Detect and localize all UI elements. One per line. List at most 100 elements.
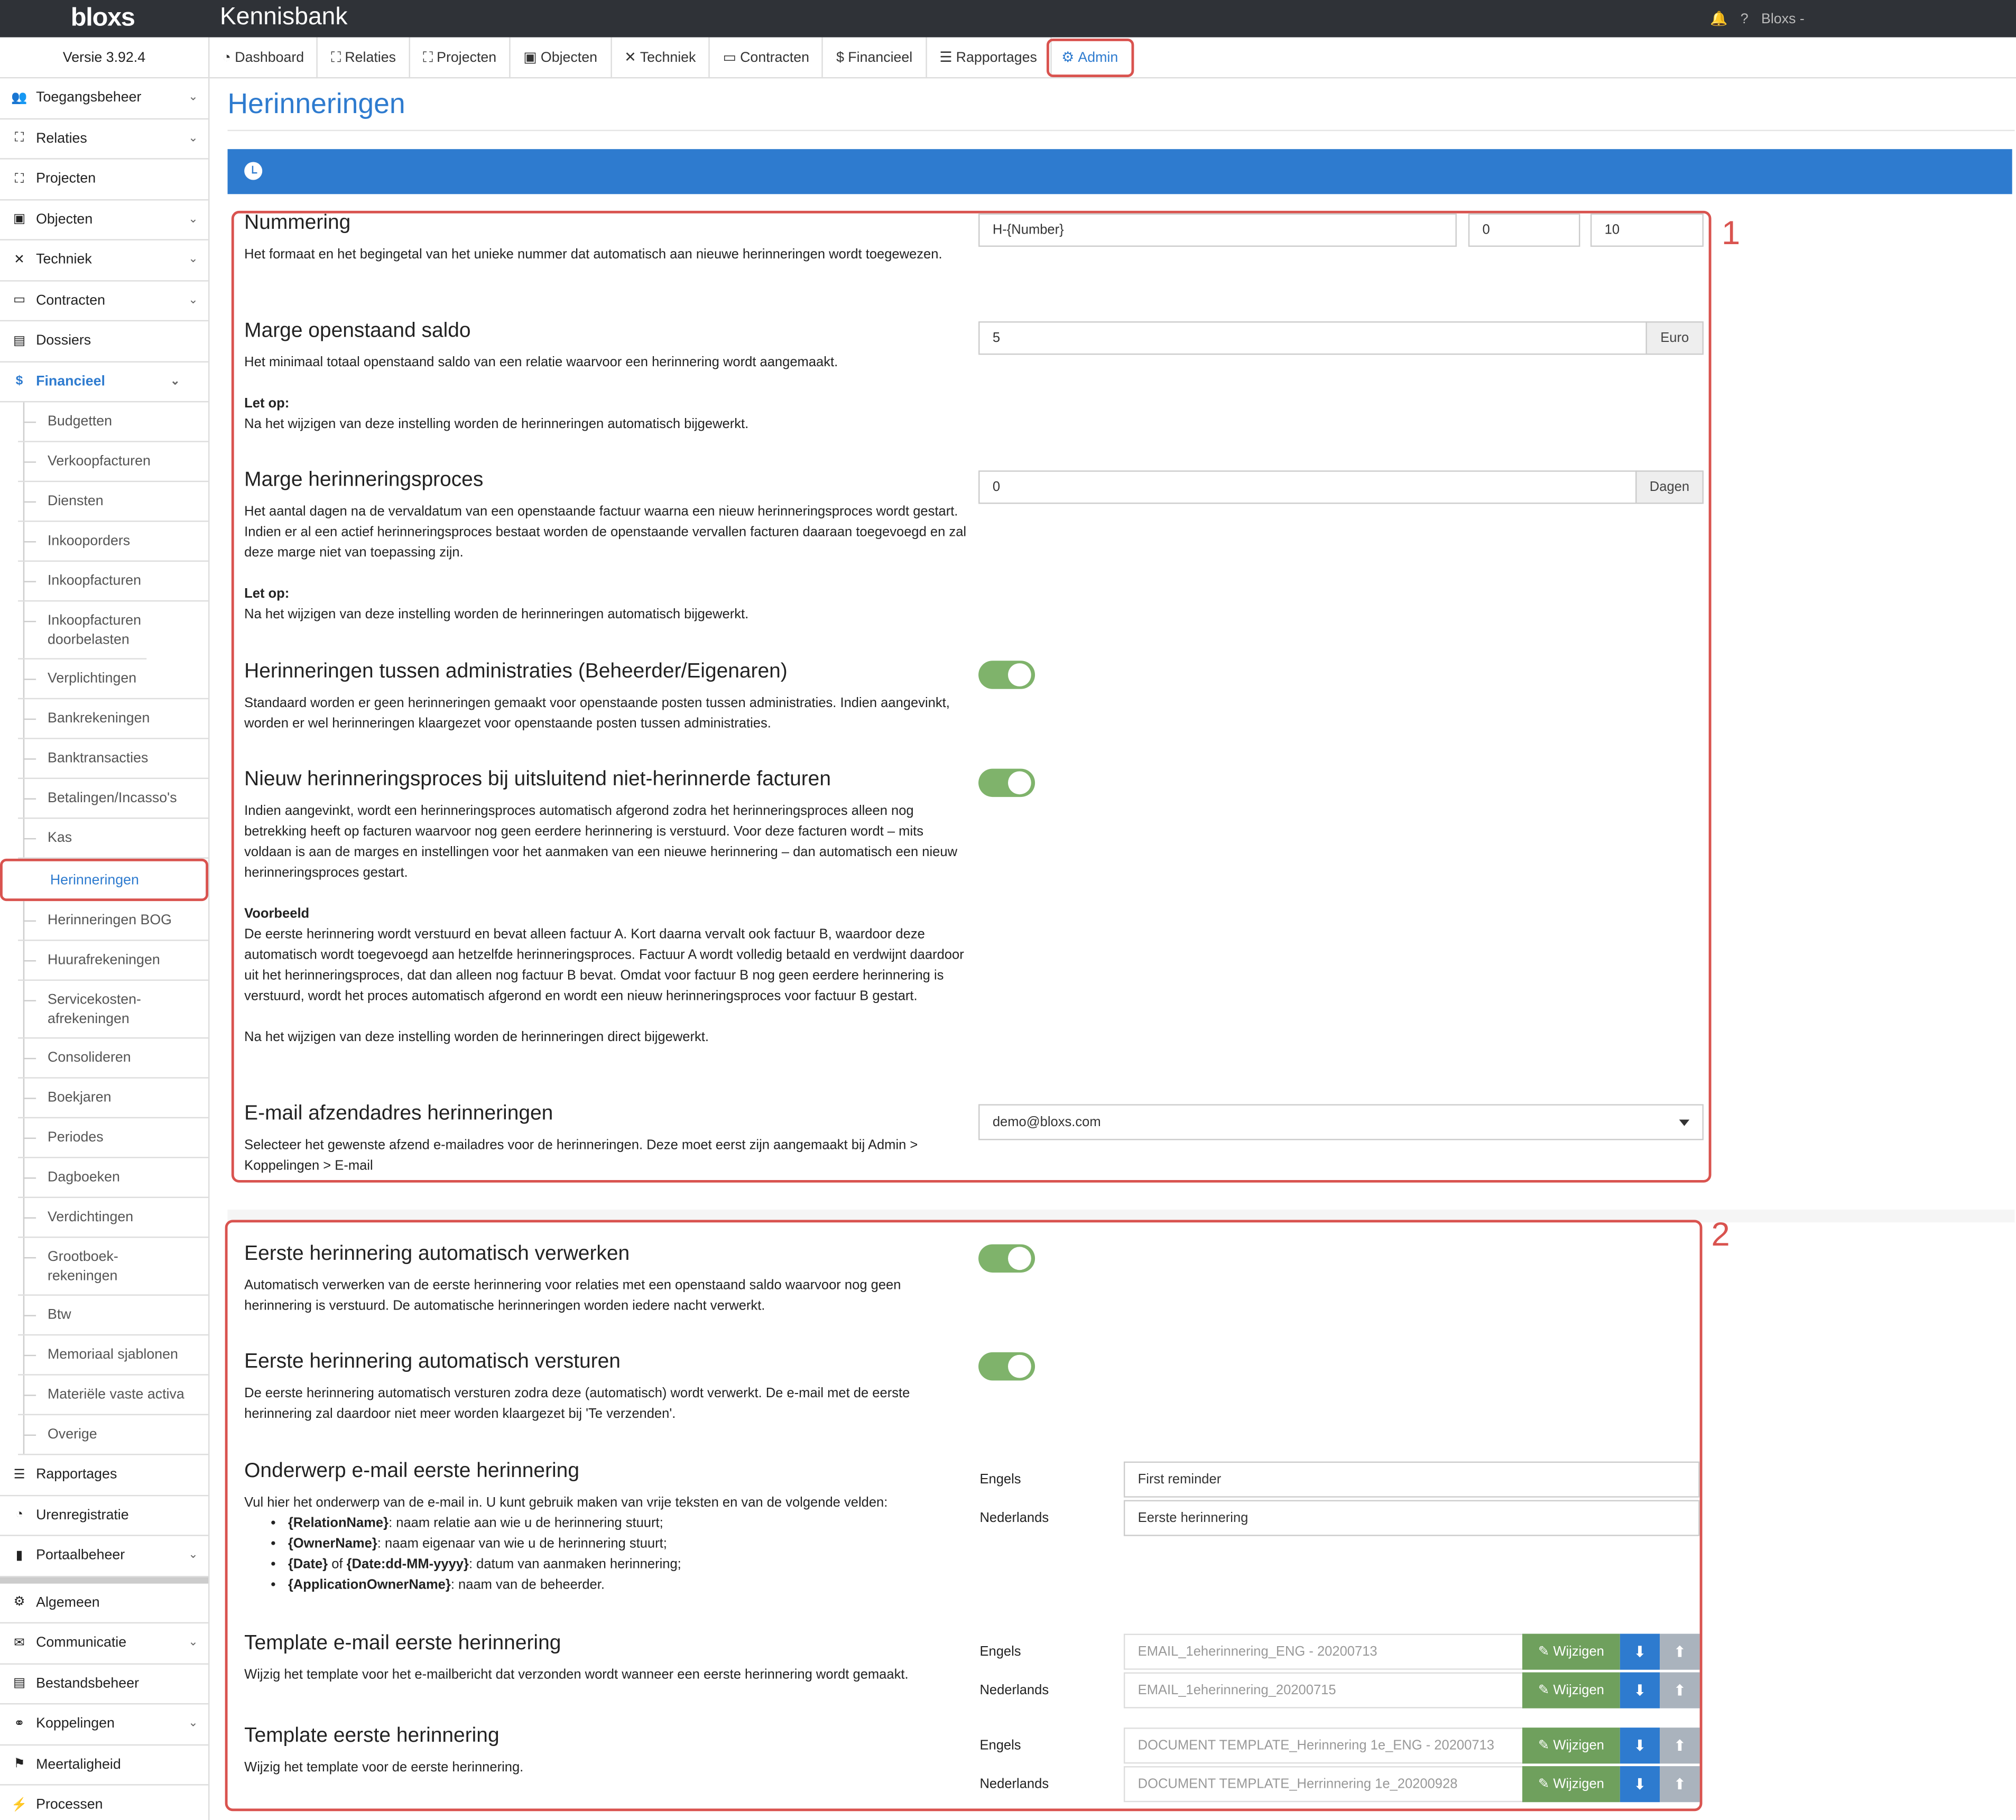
chevron-down-icon: ⌄: [188, 211, 198, 225]
upload-icon[interactable]: ⬆: [1660, 1672, 1700, 1708]
chevron-down-icon: ⌄: [188, 252, 198, 265]
auto-versturen-toggle[interactable]: [978, 1352, 1035, 1381]
nav-rapportages[interactable]: ☰ Rapportages: [927, 37, 1051, 79]
field-desc: : naam van de beheerder.: [450, 1577, 605, 1593]
highlight-number-2: 2: [1711, 1214, 1730, 1253]
template-email-nl: EMAIL_1eherinnering_20200715: [1123, 1672, 1524, 1708]
expand-icon: ⛶: [423, 50, 433, 66]
sidebar-sub-memoriaal[interactable]: Memoriaal sjablonen: [18, 1335, 209, 1376]
sidebar-item-bestandsbeheer[interactable]: ▤ Bestandsbeheer: [0, 1664, 209, 1705]
sidebar-sub-inkoopfacturen-doorbelasten[interactable]: Inkoopfacturen doorbelasten: [18, 601, 147, 660]
file-icon: ▤: [13, 1676, 25, 1691]
link-icon: ⚭: [14, 1717, 25, 1731]
sidebar-sub-overige[interactable]: Overige: [18, 1415, 209, 1455]
tussen-administraties-toggle[interactable]: [978, 661, 1035, 689]
user-menu[interactable]: Bloxs -: [1761, 11, 1805, 26]
sidebar-item-communicatie[interactable]: ✉ Communicatie ⌄: [0, 1623, 209, 1664]
sidebar-sub-verdichtingen[interactable]: Verdichtingen: [18, 1197, 209, 1238]
upload-icon[interactable]: ⬆: [1660, 1633, 1700, 1670]
upload-icon[interactable]: ⬆: [1660, 1766, 1700, 1803]
bloxs-logo[interactable]: bloxs: [71, 4, 135, 33]
help-icon[interactable]: ?: [1741, 11, 1749, 26]
auto-verwerken-toggle[interactable]: [978, 1244, 1035, 1273]
setting-title: Onderwerp e-mail eerste herinnering: [244, 1460, 579, 1482]
nieuw-proces-toggle[interactable]: [978, 768, 1035, 797]
sidebar-sub-boekjaren[interactable]: Boekjaren: [18, 1078, 209, 1119]
sidebar-item-koppelingen[interactable]: ⚭ Koppelingen ⌄: [0, 1704, 209, 1745]
wijzigen-button[interactable]: ✎ Wijzigen: [1522, 1633, 1620, 1670]
sidebar-item-algemeen[interactable]: ⚙ Algemeen: [0, 1583, 209, 1624]
download-icon[interactable]: ⬇: [1620, 1728, 1660, 1764]
sidebar-sub-dagboeken[interactable]: Dagboeken: [18, 1158, 209, 1198]
list-item: {Date} of {Date:dd-MM-yyyy}: datum van a…: [288, 1554, 971, 1575]
sidebar-item-financieel[interactable]: $ Financieel ⌄: [0, 362, 209, 403]
sidebar-sub-inkoopfacturen[interactable]: Inkoopfacturen: [18, 561, 209, 602]
sidebar-sub-huurafrekeningen[interactable]: Huurafrekeningen: [18, 941, 209, 981]
sidebar-sub-diensten[interactable]: Diensten: [18, 482, 209, 522]
sidebar-item-label: Processen: [36, 1797, 103, 1813]
sidebar-sub-betalingen[interactable]: Betalingen/Incasso's: [18, 779, 209, 819]
download-icon[interactable]: ⬇: [1620, 1672, 1660, 1708]
sidebar-item-meertaligheid[interactable]: ⚑ Meertaligheid: [0, 1745, 209, 1786]
sidebar-sub-kas[interactable]: Kas: [18, 819, 209, 859]
sidebar-sub-budgetten[interactable]: Budgetten: [18, 402, 209, 442]
nav-relaties[interactable]: ⛶ Relaties: [318, 37, 410, 79]
upload-icon[interactable]: ⬆: [1660, 1728, 1700, 1764]
sidebar-sub-btw[interactable]: Btw: [18, 1295, 209, 1336]
nav-financieel[interactable]: $ Financieel: [824, 37, 927, 79]
setting-auto-versturen: Eerste herinnering automatisch versturen…: [244, 1351, 970, 1424]
marge-proces-input[interactable]: 0: [978, 470, 1637, 504]
download-icon[interactable]: ⬇: [1620, 1766, 1660, 1803]
sidebar-item-processen[interactable]: ⚡ Processen: [0, 1786, 208, 1820]
wijzigen-button[interactable]: ✎ Wijzigen: [1522, 1672, 1620, 1708]
setting-desc: Het aantal dagen na de vervaldatum van e…: [244, 504, 967, 561]
nav-techniek[interactable]: ✕ Techniek: [612, 37, 710, 79]
sidebar-item-portaalbeheer[interactable]: ▮ Portaalbeheer ⌄: [0, 1536, 209, 1577]
field-desc: : naam eigenaar van wie u de herinnering…: [377, 1536, 667, 1552]
sidebar-item-relaties[interactable]: ⛶ Relaties ⌄: [0, 119, 209, 160]
sidebar-item-projecten[interactable]: ⛶ Projecten: [0, 160, 209, 200]
list-icon: ☰: [939, 50, 952, 66]
sidebar-item-rapportages[interactable]: ☰ Rapportages: [0, 1455, 209, 1496]
email-afzender-select[interactable]: demo@bloxs.com: [978, 1104, 1704, 1140]
nav-projecten[interactable]: ⛶ Projecten: [410, 37, 511, 79]
sidebar-item-objecten[interactable]: ▣ Objecten ⌄: [0, 200, 209, 240]
sidebar-item-contracten[interactable]: ▭ Contracten ⌄: [0, 281, 209, 322]
nav-dashboard[interactable]: ◔ Dashboard: [209, 37, 318, 79]
sidebar-sub-verplichtingen[interactable]: Verplichtingen: [18, 659, 209, 700]
sidebar-item-urenregistratie[interactable]: ◔ Urenregistratie: [0, 1496, 209, 1536]
sidebar-sub-herinneringen-bog[interactable]: Herinneringen BOG: [18, 901, 209, 941]
users-icon: 👥: [11, 91, 27, 105]
sidebar-sub-bankrekeningen[interactable]: Bankrekeningen: [18, 699, 209, 739]
sidebar-sub-servicekosten[interactable]: Servicekosten-afrekeningen: [18, 980, 209, 1039]
sidebar-sub-inkooporders[interactable]: Inkooporders: [18, 522, 209, 562]
setting-desc: Het formaat en het begingetal van het un…: [244, 247, 942, 263]
wijzigen-button[interactable]: ✎ Wijzigen: [1522, 1766, 1620, 1803]
page-title: Herinneringen: [227, 87, 405, 120]
wijzigen-button[interactable]: ✎ Wijzigen: [1522, 1728, 1620, 1764]
nav-objecten[interactable]: ▣ Objecten: [511, 37, 612, 79]
sidebar-sub-herinneringen[interactable]: Herinneringen: [0, 858, 209, 902]
sidebar-sub-banktransacties[interactable]: Banktransacties: [18, 739, 209, 779]
setting-desc: Indien aangevinkt, wordt een herinnering…: [244, 803, 958, 881]
sidebar-sub-periodes[interactable]: Periodes: [18, 1118, 209, 1158]
bell-icon[interactable]: 🔔: [1710, 10, 1727, 27]
onderwerp-nl-input[interactable]: Eerste herinnering: [1123, 1500, 1700, 1536]
sidebar-item-toegangsbeheer[interactable]: 👥 Toegangsbeheer ⌄: [0, 78, 209, 119]
sidebar-item-label: Koppelingen: [36, 1716, 115, 1732]
sidebar-sub-verkoopfacturen[interactable]: Verkoopfacturen: [18, 442, 209, 482]
sidebar-item-dossiers[interactable]: ▤ Dossiers: [0, 321, 209, 362]
nummering-format-input[interactable]: H-{Number}: [978, 213, 1457, 247]
sidebar-sub-consolideren[interactable]: Consolideren: [18, 1038, 209, 1079]
sidebar-item-techniek[interactable]: ✕ Techniek ⌄: [0, 240, 209, 281]
sidebar-sub-grootboekrekeningen[interactable]: Grootboek-rekeningen: [18, 1238, 209, 1296]
sidebar-sub-materiele-activa[interactable]: Materiële vaste activa: [18, 1375, 209, 1416]
download-icon[interactable]: ⬇: [1620, 1633, 1660, 1670]
marge-saldo-input[interactable]: 5: [978, 321, 1647, 355]
nummering-start-input[interactable]: 0: [1468, 213, 1580, 247]
onderwerp-en-input[interactable]: First reminder: [1123, 1461, 1700, 1498]
nav-admin[interactable]: ⚙ Admin: [1046, 38, 1134, 77]
nav-contracten[interactable]: ▭ Contracten: [710, 37, 824, 79]
nummering-length-input[interactable]: 10: [1590, 213, 1704, 247]
nav-label: Rapportages: [956, 50, 1037, 66]
